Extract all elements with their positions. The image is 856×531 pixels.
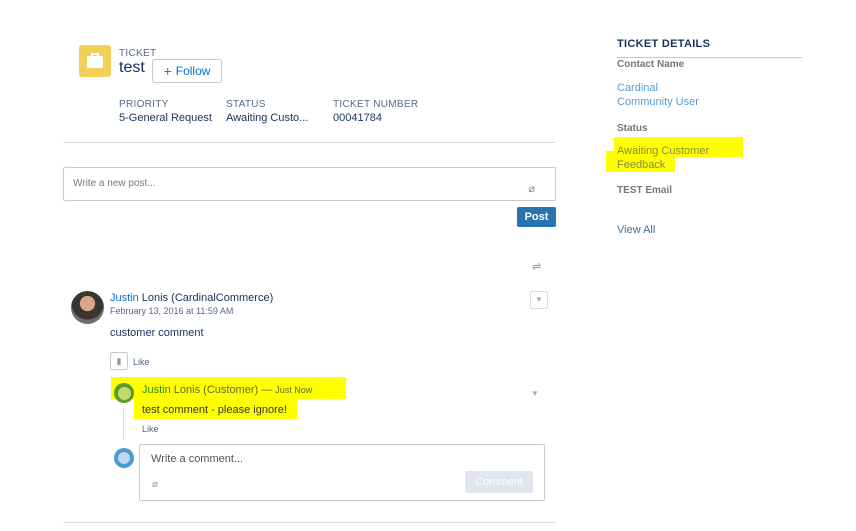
contact-value[interactable]: Cardinal Community User	[617, 81, 699, 109]
comment-placeholder: Write a comment...	[151, 453, 244, 465]
post-timestamp[interactable]: February 13, 2016 at 11:59 AM	[110, 306, 233, 316]
details-title: TICKET DETAILS	[617, 38, 711, 50]
comment-author[interactable]: Justin Lonis (Customer) — Just Now	[142, 384, 312, 396]
page-title: test	[119, 59, 145, 76]
dash: —	[258, 384, 276, 396]
contact-line-2[interactable]: Community User	[617, 95, 699, 109]
comment-input[interactable]: Write a comment... ⌀ Comment	[139, 444, 545, 501]
post-author[interactable]: Justin Lonis (CardinalCommerce)	[110, 292, 273, 304]
ticket-icon	[79, 45, 111, 77]
comment-body: test comment - please ignore!	[142, 404, 287, 416]
sort-icon[interactable]: ⇌	[532, 260, 541, 273]
comment-menu-icon[interactable]: ▼	[531, 389, 539, 398]
like-button[interactable]: ▮	[110, 352, 128, 370]
comment-time[interactable]: Just Now	[275, 385, 312, 395]
thread-line	[123, 409, 124, 441]
field-label: TICKET NUMBER	[333, 99, 419, 110]
field-value: 5-General Request	[119, 112, 212, 124]
comment-button[interactable]: Comment	[465, 471, 533, 493]
field-value: Awaiting Custo...	[226, 112, 309, 124]
follow-button[interactable]: + Follow	[152, 59, 222, 83]
status-line-2: Feedback	[617, 159, 666, 171]
author-first[interactable]: Justin	[142, 384, 171, 396]
status-label: Status	[617, 123, 648, 134]
author-first[interactable]: Justin	[110, 292, 139, 304]
field-label: PRIORITY	[119, 99, 169, 110]
view-all-link[interactable]: View All	[617, 224, 655, 236]
post-button[interactable]: Post	[517, 207, 556, 227]
status-line-1: Awaiting Customer	[617, 145, 710, 157]
avatar	[71, 291, 104, 324]
status-value: Awaiting Customer Feedback	[617, 144, 709, 172]
email-label-text: TEST Email	[617, 185, 673, 193]
paperclip-icon[interactable]: ⌀	[528, 182, 535, 195]
divider	[617, 57, 802, 58]
new-post-input[interactable]: Write a new post... ⌀	[63, 167, 556, 201]
new-post-placeholder: Write a new post...	[73, 178, 156, 189]
contact-line-1[interactable]: Cardinal	[617, 81, 699, 95]
field-label: STATUS	[226, 99, 266, 110]
follow-label: Follow	[175, 64, 211, 78]
post-menu-button[interactable]: ▼	[530, 291, 548, 309]
reply-avatar	[114, 448, 134, 468]
thumbs-up-icon: ▮	[116, 356, 122, 366]
like-label[interactable]: Like	[133, 357, 150, 367]
plus-icon: +	[163, 63, 172, 79]
post-body: customer comment	[110, 327, 204, 339]
comment-avatar	[114, 383, 134, 403]
contact-label: Contact Name	[617, 59, 685, 70]
field-value: 00041784	[333, 112, 382, 124]
comment-like[interactable]: Like	[142, 424, 159, 434]
object-type: TICKET	[119, 48, 157, 59]
email-label: TEST Email	[617, 185, 672, 193]
paperclip-icon[interactable]: ⌀	[152, 479, 158, 490]
author-rest: Lonis (Customer)	[170, 384, 259, 396]
divider	[63, 522, 556, 523]
divider	[63, 142, 556, 143]
author-rest: Lonis (CardinalCommerce)	[138, 292, 274, 304]
